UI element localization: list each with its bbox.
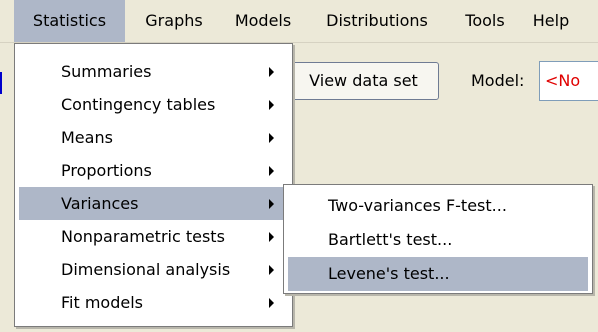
menu-item-contingency-tables[interactable]: Contingency tables <box>19 88 288 121</box>
menu-item-bartletts-test[interactable]: Bartlett's test... <box>288 223 588 257</box>
menu-item-label: Dimensional analysis <box>61 260 231 279</box>
menu-item-dimensional-analysis[interactable]: Dimensional analysis <box>19 253 288 286</box>
menu-item-label: Means <box>61 128 113 147</box>
menu-item-label: Contingency tables <box>61 95 216 114</box>
submenu-arrow-icon <box>269 199 274 209</box>
submenu-arrow-icon <box>269 298 274 308</box>
menu-item-summaries[interactable]: Summaries <box>19 55 288 88</box>
menu-graphs[interactable]: Graphs <box>127 0 221 42</box>
submenu-arrow-icon <box>269 133 274 143</box>
submenu-arrow-icon <box>269 67 274 77</box>
menu-item-levenes-test[interactable]: Levene's test... <box>288 257 588 291</box>
submenu-arrow-icon <box>269 232 274 242</box>
model-label: Model: <box>471 71 525 90</box>
menu-item-two-variances-f-test[interactable]: Two-variances F-test... <box>288 189 588 223</box>
view-data-set-button[interactable]: View data set <box>288 62 439 100</box>
link-fragment <box>0 72 5 94</box>
menu-bar: Statistics Graphs Models Distributions T… <box>0 0 598 43</box>
menu-tools[interactable]: Tools <box>449 0 521 42</box>
menu-item-nonparametric-tests[interactable]: Nonparametric tests <box>19 220 288 253</box>
menu-item-label: Fit models <box>61 293 143 312</box>
menu-item-variances[interactable]: Variances <box>19 187 288 220</box>
menu-item-label: Proportions <box>61 161 152 180</box>
menu-item-label: Bartlett's test... <box>328 230 453 249</box>
menu-item-label: Variances <box>61 194 139 213</box>
menu-item-label: Summaries <box>61 62 152 81</box>
menu-item-label: Two-variances F-test... <box>328 196 507 215</box>
menu-item-label: Nonparametric tests <box>61 227 225 246</box>
submenu-arrow-icon <box>269 100 274 110</box>
menu-help[interactable]: Help <box>521 0 581 42</box>
menu-item-means[interactable]: Means <box>19 121 288 154</box>
submenu-arrow-icon <box>269 265 274 275</box>
menu-item-label: Levene's test... <box>328 264 450 283</box>
menu-statistics[interactable]: Statistics <box>14 0 125 42</box>
menu-item-proportions[interactable]: Proportions <box>19 154 288 187</box>
menu-item-fit-models[interactable]: Fit models <box>19 286 288 319</box>
menu-models[interactable]: Models <box>221 0 305 42</box>
model-field[interactable]: <No <box>539 61 598 101</box>
submenu-arrow-icon <box>269 166 274 176</box>
variances-submenu: Two-variances F-test... Bartlett's test.… <box>283 184 593 294</box>
menu-distributions[interactable]: Distributions <box>305 0 449 42</box>
statistics-menu: Summaries Contingency tables Means Propo… <box>14 43 293 327</box>
